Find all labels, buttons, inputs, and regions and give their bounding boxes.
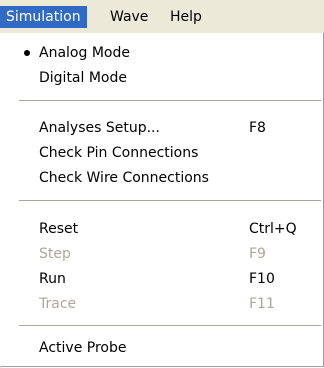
- menu-item-reset[interactable]: Reset Ctrl+Q: [1, 217, 323, 241]
- menu-item-label: Active Probe: [39, 340, 127, 356]
- menu-item-shortcut: F11: [249, 296, 275, 312]
- menu-item-label: Run: [39, 271, 66, 287]
- menu-item-label: Check Wire Connections: [39, 170, 209, 186]
- menu-item-run[interactable]: Run F10: [1, 267, 323, 291]
- menu-item-shortcut: F9: [249, 246, 266, 262]
- menu-item-label: Digital Mode: [39, 70, 127, 86]
- menu-item-shortcut: Ctrl+Q: [249, 221, 297, 237]
- menu-item-step[interactable]: Step F9: [1, 242, 323, 266]
- menu-bar: Simulation Wave Help: [0, 0, 324, 34]
- app-window: Simulation Wave Help Analog Mode Digital…: [0, 0, 324, 368]
- menu-separator: [19, 200, 321, 202]
- menu-item-analog-mode[interactable]: Analog Mode: [1, 41, 323, 65]
- menu-item-check-wire-connections[interactable]: Check Wire Connections: [1, 166, 323, 190]
- menu-wave[interactable]: Wave: [104, 6, 154, 28]
- menu-item-label: Reset: [39, 221, 79, 237]
- menu-item-digital-mode[interactable]: Digital Mode: [1, 66, 323, 90]
- menu-separator: [19, 325, 321, 327]
- simulation-dropdown: Analog Mode Digital Mode Analyses Setup.…: [0, 33, 324, 367]
- menu-item-trace[interactable]: Trace F11: [1, 292, 323, 316]
- menu-item-label: Analyses Setup...: [39, 120, 160, 136]
- menu-item-shortcut: F10: [249, 271, 275, 287]
- menu-item-label: Trace: [39, 296, 77, 312]
- menu-item-active-probe[interactable]: Active Probe: [1, 336, 323, 360]
- radio-bullet-icon: [24, 50, 30, 56]
- menu-item-analyses-setup[interactable]: Analyses Setup... F8: [1, 116, 323, 140]
- menu-item-label: Check Pin Connections: [39, 145, 199, 161]
- menu-item-label: Step: [39, 246, 71, 262]
- menu-help[interactable]: Help: [164, 6, 208, 28]
- menu-item-label: Analog Mode: [39, 45, 130, 61]
- menu-separator: [19, 100, 321, 102]
- menu-simulation[interactable]: Simulation: [0, 6, 87, 28]
- menu-item-shortcut: F8: [249, 120, 266, 136]
- menu-item-check-pin-connections[interactable]: Check Pin Connections: [1, 141, 323, 165]
